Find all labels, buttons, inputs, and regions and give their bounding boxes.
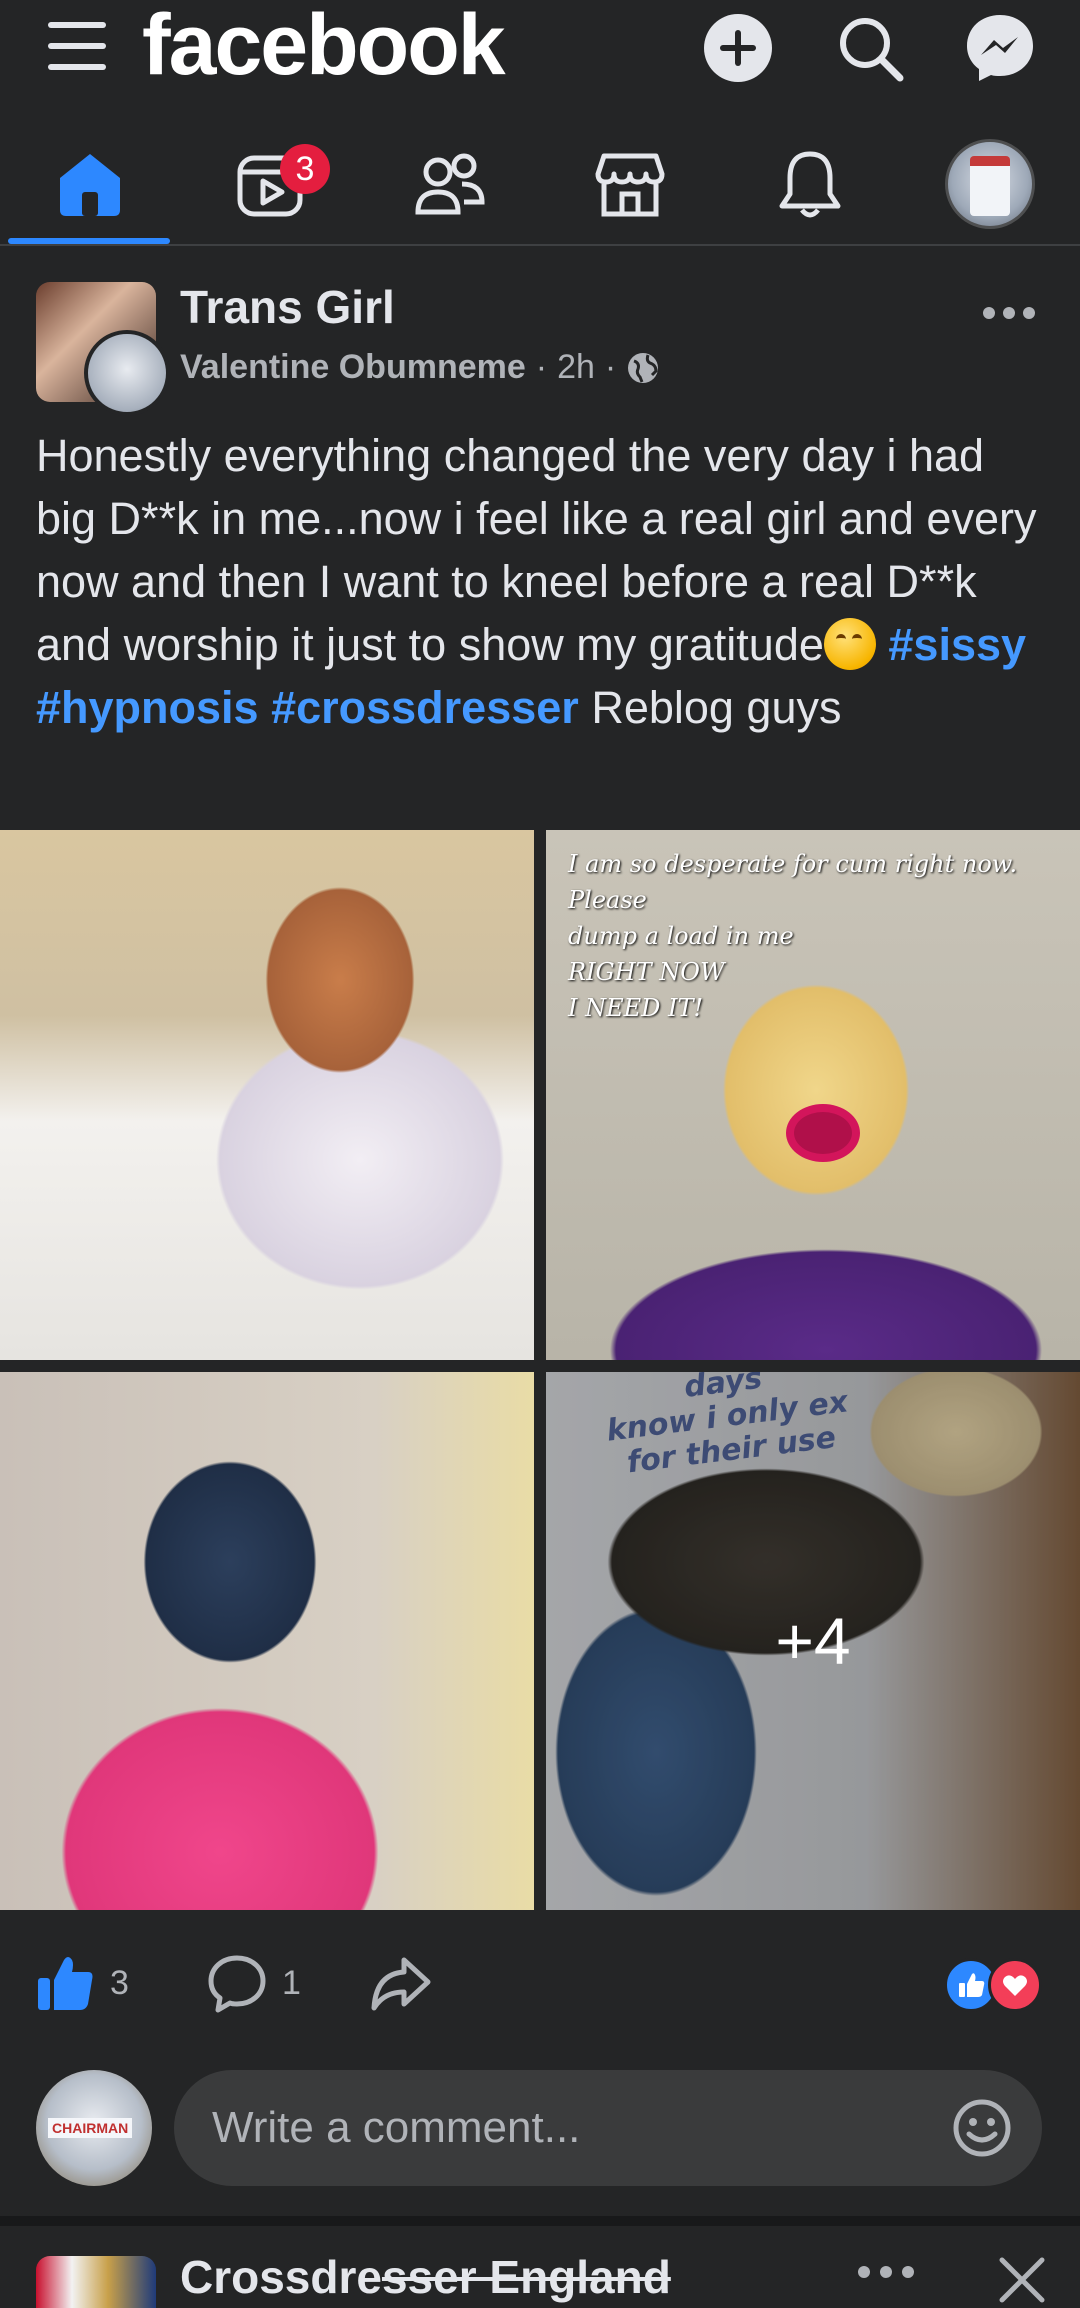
poster-name[interactable]: Valentine Obumneme <box>180 348 526 387</box>
like-button[interactable]: 3 <box>34 1952 129 2014</box>
menu-icon[interactable] <box>44 16 110 76</box>
comment-count: 1 <box>282 1963 301 2002</box>
post-header: Trans Girl Valentine Obumneme · 2h · <box>0 268 1080 418</box>
facebook-logo[interactable]: facebook <box>142 0 506 95</box>
hashtag-sissy[interactable]: #sissy <box>888 619 1026 670</box>
close-icon[interactable] <box>994 2252 1050 2308</box>
bell-icon <box>779 151 841 218</box>
photo-detail <box>786 1104 860 1162</box>
more-photos-overlay[interactable]: +4 <box>546 1372 1080 1910</box>
reaction-bar: 3 1 <box>0 1930 1080 2030</box>
top-bar: facebook <box>0 0 1080 100</box>
marketplace-icon <box>595 153 665 217</box>
home-icon <box>60 154 120 216</box>
next-group-name[interactable]: Crossdresser England <box>180 2250 671 2304</box>
post-divider <box>0 2216 1080 2226</box>
share-button[interactable] <box>370 1952 432 2014</box>
reaction-summary[interactable] <box>944 1958 1044 2012</box>
meta-separator: · <box>535 348 548 386</box>
post-photo-2[interactable]: I am so desperate for cum right now. Ple… <box>546 830 1080 1360</box>
comment-icon <box>208 1955 266 2013</box>
messenger-icon[interactable] <box>960 8 1040 88</box>
next-group-avatar[interactable] <box>36 2256 156 2308</box>
post-photo-4[interactable]: days know i only ex for their use +4 <box>546 1372 1080 1910</box>
emoji-picker-icon[interactable] <box>952 2098 1012 2158</box>
like-icon <box>38 1957 93 2010</box>
hashtag-hypnosis[interactable]: #hypnosis <box>36 682 259 733</box>
active-tab-indicator <box>8 238 170 244</box>
comment-input[interactable] <box>210 2102 914 2154</box>
comment-button[interactable]: 1 <box>206 1952 301 2014</box>
video-badge: 3 <box>280 144 330 194</box>
post-photo-1[interactable] <box>0 830 534 1360</box>
tab-friends[interactable] <box>390 134 510 234</box>
tab-video[interactable]: 3 <box>210 134 330 234</box>
create-plus-icon[interactable] <box>698 8 778 88</box>
love-reaction-icon <box>988 1958 1042 2012</box>
group-name[interactable]: Trans Girl <box>180 280 395 334</box>
meta-separator: · <box>604 348 617 386</box>
post-meta: Valentine Obumneme · 2h · <box>180 348 660 387</box>
globe-icon <box>628 352 659 383</box>
profile-avatar <box>945 139 1035 229</box>
tab-profile[interactable] <box>930 134 1050 234</box>
more-photos-count: +4 <box>775 1604 851 1678</box>
share-icon <box>371 1957 431 2011</box>
comment-composer <box>0 2060 1080 2190</box>
tab-home[interactable] <box>30 134 150 234</box>
poster-avatar[interactable] <box>84 330 170 416</box>
tab-bar: 3 <box>0 120 1080 246</box>
post-photo-3[interactable] <box>0 1372 534 1910</box>
post-time[interactable]: 2h <box>557 348 595 387</box>
next-more-options-icon[interactable] <box>858 2266 914 2278</box>
post-text: Honestly everything changed the very day… <box>36 424 1046 739</box>
next-post-header: Crossdresser England <box>0 2226 1080 2308</box>
more-options-icon[interactable] <box>974 288 1044 338</box>
friends-icon <box>415 153 485 215</box>
my-avatar[interactable] <box>36 2070 152 2186</box>
yum-emoji-icon <box>823 618 876 670</box>
photo-caption: I am so desperate for cum right now. Ple… <box>568 850 1018 1022</box>
hashtag-crossdresser[interactable]: #crossdresser <box>271 682 579 733</box>
search-icon[interactable] <box>830 8 910 88</box>
comment-input-container[interactable] <box>174 2070 1042 2186</box>
post-tail: Reblog guys <box>591 682 842 733</box>
tab-notifications[interactable] <box>750 134 870 234</box>
post-body: Honestly everything changed the very day… <box>36 430 1037 670</box>
tab-marketplace[interactable] <box>570 134 690 234</box>
like-count: 3 <box>110 1963 129 2002</box>
